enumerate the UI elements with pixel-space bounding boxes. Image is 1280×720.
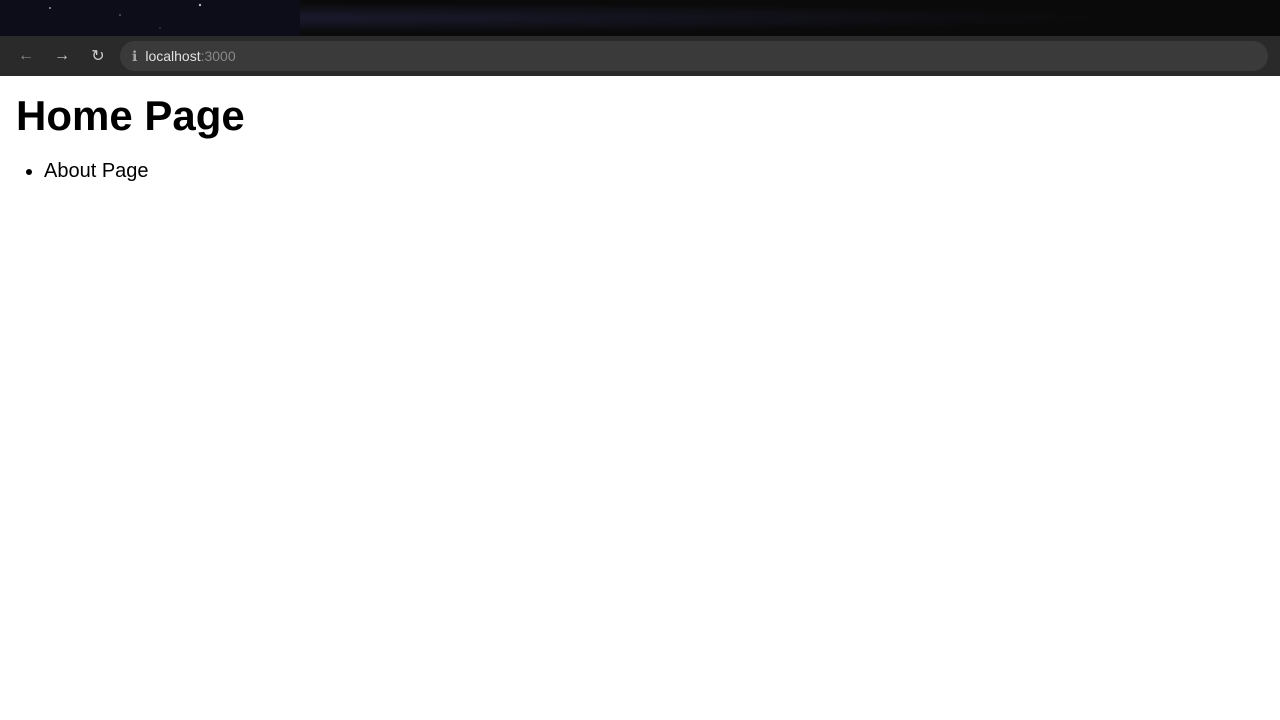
tab-bar: Create Next App × + <box>0 0 1280 36</box>
browser-toolbar: ← → ↻ ℹ localhost:3000 <box>0 36 1280 76</box>
address-bar[interactable]: ℹ localhost:3000 <box>120 41 1268 71</box>
forward-icon: → <box>54 47 70 65</box>
site-info-icon[interactable]: ℹ <box>132 48 137 65</box>
back-icon: ← <box>18 47 34 65</box>
page-nav-list: About Page <box>16 160 1264 183</box>
refresh-icon: ↻ <box>91 46 104 66</box>
refresh-button[interactable]: ↻ <box>84 42 112 70</box>
about-page-link[interactable]: About Page <box>44 160 149 182</box>
new-tab-button[interactable]: + <box>229 8 257 28</box>
back-button[interactable]: ← <box>12 42 40 70</box>
tab-up-arrow-button[interactable] <box>27 7 41 29</box>
tab-close-button[interactable]: × <box>197 8 213 28</box>
tab-favicon <box>57 10 73 26</box>
list-item: About Page <box>44 160 1264 183</box>
tab-title: Create Next App <box>81 11 189 26</box>
page-content: Home Page About Page <box>0 76 1280 720</box>
page-heading: Home Page <box>16 92 1264 140</box>
active-tab[interactable]: Create Next App × <box>45 2 225 34</box>
tab-dropdown-button[interactable] <box>8 6 23 31</box>
address-domain: localhost <box>145 48 200 64</box>
forward-button[interactable]: → <box>48 42 76 70</box>
address-text: localhost:3000 <box>145 48 1256 64</box>
address-port: :3000 <box>201 48 236 64</box>
